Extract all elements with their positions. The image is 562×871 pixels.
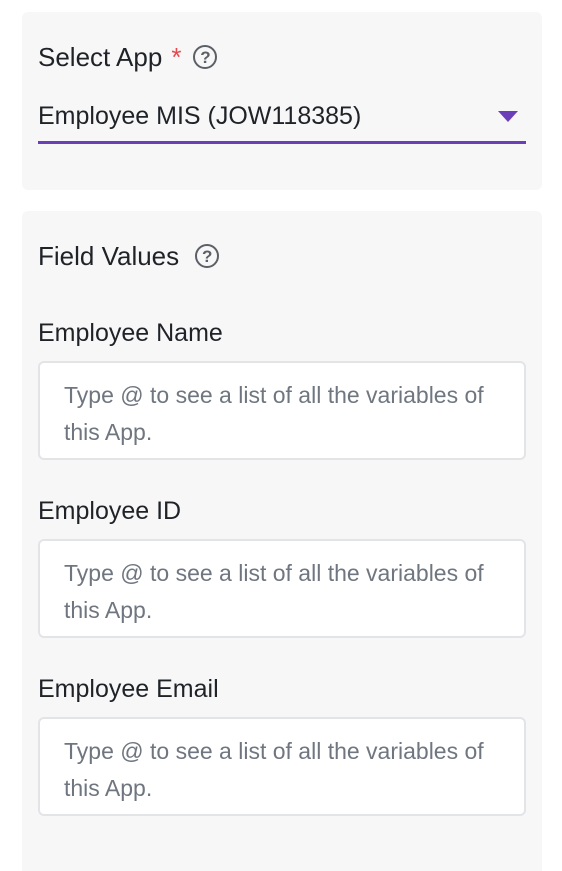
employee-email-label: Employee Email [38, 675, 219, 703]
employee-name-input[interactable]: Type @ to see a list of all the variable… [38, 361, 526, 460]
required-asterisk: * [171, 42, 182, 72]
select-app-label: Select App [38, 42, 163, 72]
select-app-panel: Select App * ? Employee MIS (JOW118385) [22, 12, 542, 190]
field-values-header: Field Values ? [38, 241, 220, 271]
select-app-dropdown[interactable]: Employee MIS (JOW118385) [38, 92, 526, 144]
employee-email-input[interactable]: Type @ to see a list of all the variable… [38, 717, 526, 816]
help-icon[interactable]: ? [195, 244, 220, 268]
field-values-panel: Field Values ? Employee Name Type @ to s… [22, 211, 542, 871]
employee-id-input[interactable]: Type @ to see a list of all the variable… [38, 539, 526, 638]
employee-name-label: Employee Name [38, 319, 223, 347]
select-app-value: Employee MIS (JOW118385) [38, 102, 362, 130]
field-values-title: Field Values [38, 241, 180, 271]
help-icon[interactable]: ? [193, 45, 218, 69]
select-app-label-row: Select App * ? [38, 42, 218, 72]
chevron-down-icon [498, 111, 518, 122]
employee-id-label: Employee ID [38, 497, 182, 525]
